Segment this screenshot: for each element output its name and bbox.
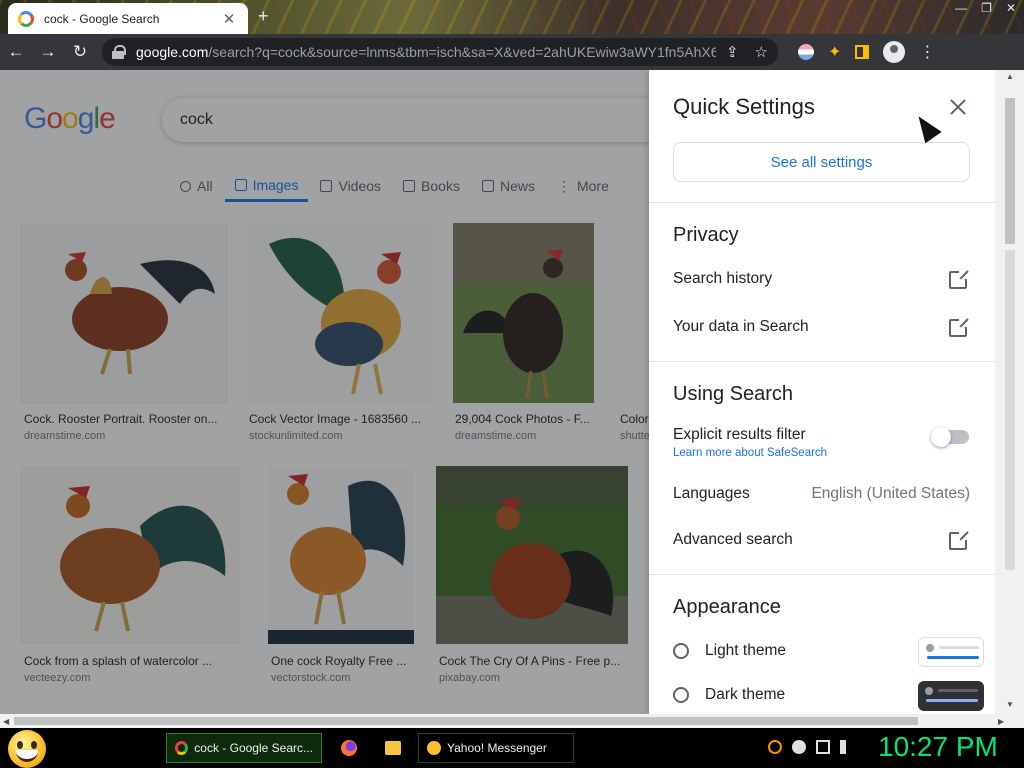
quick-settings-title: Quick Settings [673,94,815,119]
volume-tray-icon[interactable] [840,740,852,754]
scrollbar-thumb[interactable] [1005,98,1015,244]
learn-more-safesearch-link[interactable]: Learn more about SafeSearch [673,447,827,459]
browser-menu-icon[interactable]: ⋮ [919,42,935,62]
dark-theme-label[interactable]: Dark theme [705,686,785,704]
system-tray [768,740,852,754]
toggle-knob [931,427,951,447]
url-path: /search?q=cock&source=lnms&tbm=isch&sa=X… [208,44,716,60]
appearance-heading: Appearance [673,596,781,618]
search-tray-icon[interactable] [768,740,782,754]
side-panel-icon[interactable] [855,45,870,59]
google-images-page: Google cock All Images Videos Books News… [0,70,1024,714]
scroll-right-arrow-icon[interactable]: ▶ [998,717,1004,726]
light-theme-radio[interactable] [673,643,689,659]
back-button[interactable]: ← [0,42,32,62]
profile-avatar-icon[interactable] [883,41,906,63]
bookmark-star-icon[interactable]: ☆ [755,43,768,61]
share-icon[interactable]: ⇪ [726,43,739,61]
new-tab-button[interactable]: + [258,6,269,27]
taskbar-chrome-item[interactable]: cock - Google Searc... [166,733,322,763]
dark-theme-radio[interactable] [673,687,689,703]
forward-button[interactable]: → [32,42,64,62]
open-in-new-icon[interactable] [949,269,969,289]
search-history-link[interactable]: Search history [673,270,772,288]
window-close-button[interactable]: ✕ [1006,1,1016,15]
open-in-new-icon[interactable] [949,530,969,550]
browser-tab-strip: cock - Google Search ✕ + — ❐ ✕ [0,0,1024,34]
languages-value[interactable]: English (United States) [811,485,970,503]
dark-theme-preview[interactable] [918,681,984,711]
modal-backdrop[interactable] [0,70,649,714]
extensions-puzzle-icon[interactable]: ✦ [828,42,841,62]
using-search-heading: Using Search [673,383,794,405]
explicit-filter-label: Explicit results filter [673,426,806,443]
url-host: google.com [136,44,209,60]
open-in-new-icon[interactable] [949,317,969,337]
address-bar[interactable]: google.com/search?q=cock&source=lnms&tbm… [102,38,778,66]
restore-button[interactable]: ❐ [981,1,992,15]
advanced-search-link[interactable]: Advanced search [673,531,793,549]
scrollbar-thumb[interactable] [14,717,918,725]
section-divider [649,361,995,362]
vertical-scrollbar[interactable]: ▲ ▼ [995,70,1024,714]
light-preview-graphic [926,644,979,659]
browser-toolbar: ← → ↻ google.com/search?q=cock&source=ln… [0,34,1024,70]
google-favicon-icon [18,10,34,27]
lock-icon[interactable] [112,45,126,59]
taskbar-clock[interactable]: 10:27 PM [878,731,998,763]
dark-preview-graphic [925,687,978,702]
see-all-settings-button[interactable]: See all settings [673,142,970,182]
horizontal-scrollbar[interactable]: ◀ ▶ [0,714,1024,728]
minimize-button[interactable]: — [955,1,967,15]
tab-title: cock - Google Search [44,11,160,26]
start-smiley-icon[interactable] [8,730,46,768]
browser-tab-active[interactable]: cock - Google Search ✕ [8,3,248,34]
flag-extension-icon[interactable] [798,44,814,60]
taskbar-yahoo-item[interactable]: Yahoo! Messenger [418,733,574,763]
taskbar-yahoo-label: Yahoo! Messenger [447,741,547,755]
section-divider [649,574,995,575]
privacy-heading: Privacy [673,224,739,246]
languages-label[interactable]: Languages [673,485,750,503]
os-taskbar: cock - Google Searc... Yahoo! Messenger … [0,728,1024,768]
url-text[interactable]: google.com/search?q=cock&source=lnms&tbm… [136,44,716,60]
light-theme-label[interactable]: Light theme [705,642,786,660]
explicit-filter-toggle[interactable] [931,427,969,447]
section-divider [649,202,995,203]
quick-settings-panel: Quick Settings See all settings Privacy … [649,70,995,714]
tab-close-icon[interactable]: ✕ [220,10,238,28]
scroll-up-arrow-icon[interactable]: ▲ [1006,72,1014,81]
scroll-left-arrow-icon[interactable]: ◀ [3,717,9,726]
firefox-icon[interactable] [341,740,357,756]
reload-button[interactable]: ↻ [64,42,96,62]
light-theme-preview[interactable] [918,637,984,667]
scrollbar-track[interactable] [1005,250,1015,570]
close-icon[interactable] [947,96,969,118]
folder-icon[interactable] [385,741,401,755]
window-controls: — ❐ ✕ [955,1,1016,15]
yahoo-messenger-icon [427,741,441,755]
taskbar-chrome-label: cock - Google Searc... [194,741,313,755]
network-tray-icon[interactable] [816,740,830,754]
your-data-link[interactable]: Your data in Search [673,318,809,336]
chrome-icon [175,741,189,755]
status-tray-icon[interactable] [792,740,806,754]
scroll-down-arrow-icon[interactable]: ▼ [1006,700,1014,709]
